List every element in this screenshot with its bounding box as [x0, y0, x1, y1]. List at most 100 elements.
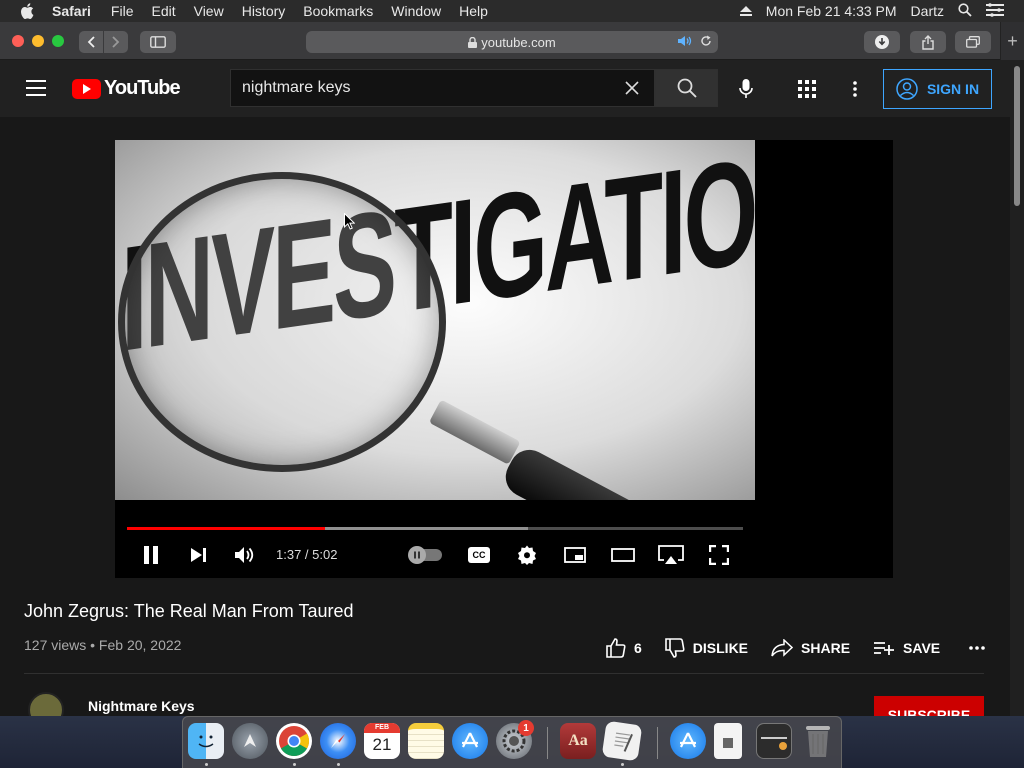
search-button[interactable] [655, 69, 718, 107]
menu-file[interactable]: File [111, 3, 134, 19]
sidebar-toggle-button[interactable] [140, 31, 176, 53]
sign-in-button[interactable]: SIGN IN [883, 69, 992, 109]
menu-view[interactable]: View [194, 3, 224, 19]
new-tab-button[interactable]: + [1000, 22, 1024, 60]
more-vertical-icon[interactable] [845, 78, 865, 100]
progress-bar[interactable] [127, 527, 743, 530]
like-button[interactable]: 6 [606, 638, 642, 658]
safari-dock-icon[interactable] [320, 723, 356, 759]
dictionary-icon[interactable]: Aa [560, 723, 596, 759]
dislike-button[interactable]: DISLIKE [664, 638, 749, 658]
scrollbar-thumb[interactable] [1014, 66, 1020, 206]
airplay-button[interactable] [657, 543, 685, 567]
menu-bookmarks[interactable]: Bookmarks [303, 3, 373, 19]
theater-mode-button[interactable] [611, 543, 635, 567]
calendar-day: 21 [372, 735, 392, 754]
voice-search-button[interactable] [733, 76, 759, 102]
forward-button[interactable] [104, 31, 128, 53]
volume-button[interactable] [234, 543, 258, 567]
search-input[interactable]: nightmare keys [230, 69, 655, 107]
chrome-running-dot [293, 763, 296, 766]
show-tabs-button[interactable] [955, 31, 991, 53]
channel-name[interactable]: Nightmare Keys [88, 698, 195, 714]
address-bar[interactable]: youtube.com [306, 31, 718, 53]
magnifying-glass-handle [498, 442, 755, 500]
mouse-cursor-icon [344, 213, 355, 230]
page-scrollbar[interactable] [1010, 60, 1024, 716]
control-center-icon[interactable] [986, 2, 1004, 20]
subscribe-button[interactable]: SUBSCRIBE [874, 696, 984, 716]
channel-avatar[interactable] [28, 692, 64, 716]
minimized-window-icon[interactable] [756, 723, 792, 759]
system-preferences-icon[interactable]: 1 [496, 720, 534, 759]
app-store-icon[interactable] [452, 723, 488, 759]
share-icon [922, 34, 934, 50]
textedit-icon[interactable] [601, 720, 643, 762]
account-icon [896, 78, 918, 100]
dock-separator [547, 727, 548, 759]
reload-icon[interactable] [700, 35, 712, 50]
chrome-icon[interactable] [276, 723, 312, 759]
menu-help[interactable]: Help [459, 3, 488, 19]
zoom-window-button[interactable] [52, 35, 64, 47]
more-horizontal-icon [969, 646, 985, 650]
miniplayer-button[interactable] [563, 543, 587, 567]
menu-window[interactable]: Window [391, 3, 441, 19]
more-actions-button[interactable] [969, 646, 985, 650]
menu-icon[interactable] [26, 80, 46, 96]
video-frame[interactable]: INVESTIGATION [115, 140, 755, 500]
tabs-icon [966, 36, 980, 48]
plus-icon: + [1007, 30, 1018, 51]
apple-icon[interactable] [20, 3, 34, 19]
settings-button[interactable] [515, 543, 539, 567]
progress-played [127, 527, 326, 530]
pause-button[interactable] [139, 543, 163, 567]
menu-clock[interactable]: Mon Feb 21 4:33 PM [766, 3, 897, 19]
dislike-label: DISLIKE [692, 640, 749, 656]
menu-history[interactable]: History [242, 3, 286, 19]
document-icon[interactable] [714, 723, 742, 759]
download-icon [875, 35, 889, 49]
finder-running-dot [205, 763, 208, 766]
notes-icon[interactable] [408, 723, 444, 759]
menu-bar: Safari File Edit View History Bookmarks … [0, 0, 1024, 22]
launchpad-icon[interactable] [232, 723, 268, 759]
next-button[interactable] [187, 543, 211, 567]
microphone-icon [739, 79, 753, 98]
time-display: 1:37 / 5:02 [276, 547, 338, 562]
trash-icon[interactable] [800, 723, 836, 759]
apps-grid-icon[interactable] [796, 78, 818, 100]
video-actions: 6 DISLIKE SHARE SAVE [606, 637, 1008, 659]
sign-in-label: SIGN IN [926, 81, 980, 97]
share-video-button[interactable]: SHARE [771, 639, 850, 657]
close-window-button[interactable] [12, 35, 24, 47]
clear-search-icon[interactable] [622, 78, 642, 98]
safari-toolbar: youtube.com + [0, 22, 1024, 60]
audio-playing-icon[interactable] [678, 35, 694, 50]
textedit-running-dot [621, 763, 624, 766]
dock: FEB 21 1 Aa [182, 716, 842, 768]
calendar-icon[interactable]: FEB 21 [364, 723, 400, 759]
captions-button[interactable]: CC [467, 543, 491, 567]
applications-folder-icon[interactable] [670, 723, 706, 759]
finder-icon[interactable] [188, 723, 224, 759]
downloads-button[interactable] [864, 31, 900, 53]
dictionary-label: Aa [568, 732, 588, 749]
share-button[interactable] [910, 31, 946, 53]
video-meta: 127 views • Feb 20, 2022 [24, 637, 182, 653]
minimize-window-button[interactable] [32, 35, 44, 47]
save-button[interactable]: SAVE [873, 640, 940, 656]
video-player[interactable]: INVESTIGATION 1:37 / 5:02 CC [115, 140, 893, 578]
back-button[interactable] [79, 31, 103, 53]
eject-icon[interactable] [739, 3, 752, 19]
autoplay-toggle[interactable] [408, 546, 442, 564]
gear-icon [518, 545, 536, 565]
menu-app-safari[interactable]: Safari [52, 3, 91, 19]
menu-edit[interactable]: Edit [151, 3, 175, 19]
menu-user[interactable]: Dartz [911, 3, 944, 19]
fullscreen-button[interactable] [707, 543, 731, 567]
dock-separator-2 [657, 727, 658, 759]
thumbs-up-icon [606, 638, 626, 658]
youtube-logo[interactable]: YouTube [72, 77, 181, 100]
spotlight-icon[interactable] [958, 2, 972, 20]
